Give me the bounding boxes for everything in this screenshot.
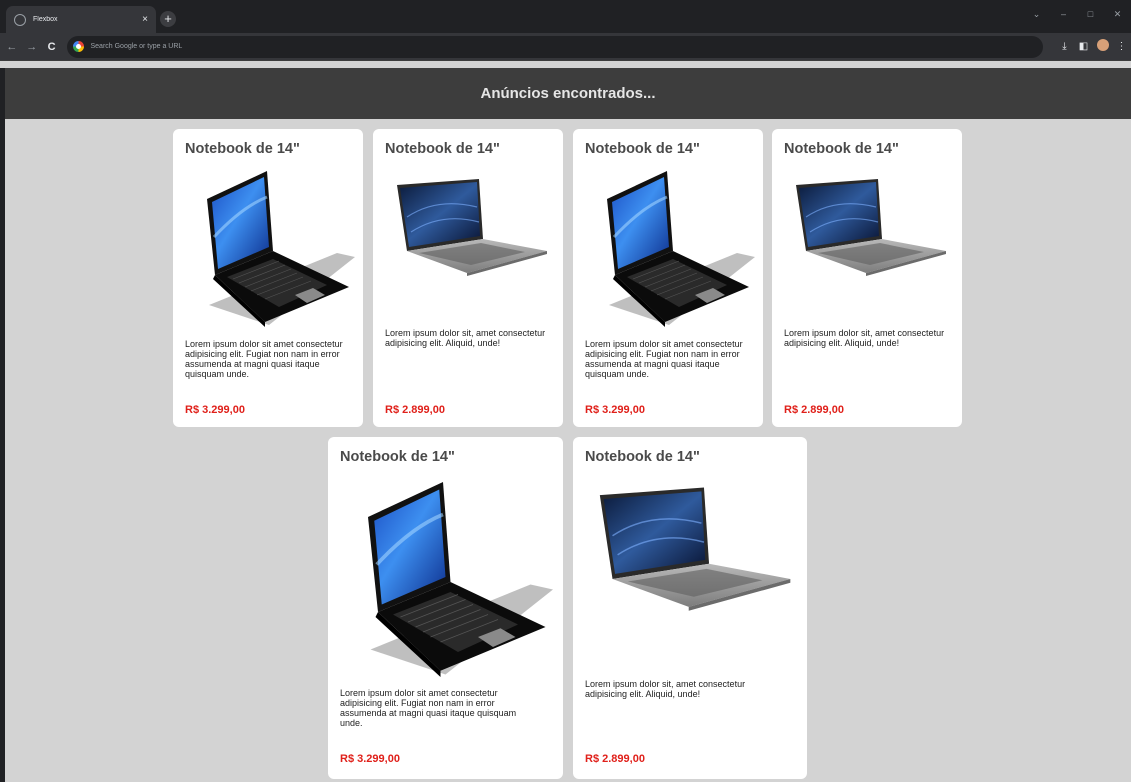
tab-title: Flexbox — [33, 16, 58, 23]
google-icon — [73, 41, 85, 52]
avatar — [1096, 39, 1109, 51]
minimize-button[interactable]: – — [1050, 0, 1077, 28]
product-card: Notebook de 14" Lorem ipsum dolor sit, a… — [373, 129, 563, 427]
product-price: R$ 3.299,00 — [585, 404, 645, 416]
product-price: R$ 2.899,00 — [585, 753, 645, 765]
product-description: Lorem ipsum dolor sit, amet consectetur … — [385, 328, 546, 348]
black-laptop-image — [205, 169, 355, 327]
address-placeholder: Search Google or type a URL — [90, 43, 183, 50]
page-header: Anúncios encontrados... — [5, 68, 1131, 119]
menu-icon[interactable]: ⋮ — [1112, 41, 1131, 52]
silver-laptop-image — [599, 486, 792, 612]
browser-tabstrip: Flexbox × + ⌄ – □ ✕ — [0, 0, 1131, 33]
tab-close-icon[interactable]: × — [142, 14, 148, 25]
reload-button[interactable]: C — [44, 41, 60, 53]
product-description: Lorem ipsum dolor sit, amet consectetur … — [585, 679, 746, 699]
product-description: Lorem ipsum dolor sit amet consectetur a… — [585, 339, 743, 379]
browser-toolbar: ← → C Search Google or type a URL ⤓ ◧ ⋮ — [0, 33, 1131, 60]
product-title: Notebook de 14" — [185, 141, 300, 157]
profile-avatar[interactable] — [1093, 39, 1112, 54]
black-laptop-image — [605, 169, 755, 327]
black-laptop-image — [366, 480, 554, 677]
new-tab-button[interactable]: + — [160, 11, 176, 27]
product-card: Notebook de 14" Lorem ipsum dolor sit, a… — [772, 129, 962, 427]
product-description: Lorem ipsum dolor sit amet consectetur a… — [340, 688, 517, 728]
forward-button[interactable]: → — [24, 41, 40, 53]
product-title: Notebook de 14" — [784, 141, 899, 157]
browser-tab[interactable]: Flexbox × — [6, 6, 156, 33]
page-top-strip — [0, 60, 1131, 68]
product-price: R$ 2.899,00 — [784, 404, 844, 416]
product-card: Notebook de 14" Lorem ipsum dolor sit, a… — [573, 437, 807, 779]
window-controls: ⌄ – □ ✕ — [1023, 0, 1131, 28]
product-price: R$ 3.299,00 — [185, 404, 245, 416]
product-description: Lorem ipsum dolor sit, amet consectetur … — [784, 328, 945, 348]
product-title: Notebook de 14" — [585, 449, 700, 465]
product-title: Notebook de 14" — [585, 141, 700, 157]
product-description: Lorem ipsum dolor sit amet consectetur a… — [185, 339, 343, 379]
product-price: R$ 3.299,00 — [340, 753, 400, 765]
product-card: Notebook de 14" Lorem ipsum dolor sit am… — [573, 129, 763, 427]
product-title: Notebook de 14" — [340, 449, 455, 465]
product-title: Notebook de 14" — [385, 141, 500, 157]
close-window-button[interactable]: ✕ — [1104, 0, 1131, 28]
back-button[interactable]: ← — [4, 41, 20, 53]
address-bar[interactable]: Search Google or type a URL — [67, 35, 1043, 58]
side-panel-icon[interactable]: ◧ — [1074, 41, 1093, 52]
tab-search-icon[interactable]: ⌄ — [1023, 0, 1050, 28]
page-viewport: Anúncios encontrados... Notebook de 14" … — [5, 68, 1131, 782]
toolbar-actions: ⤓ ◧ ⋮ — [1055, 39, 1131, 54]
product-price: R$ 2.899,00 — [385, 404, 445, 416]
page-title: Anúncios encontrados... — [480, 85, 656, 102]
globe-icon — [14, 13, 26, 26]
product-card: Notebook de 14" Lorem ipsum dolor sit am… — [328, 437, 563, 779]
product-card: Notebook de 14" Lorem ipsum dolor sit am… — [173, 129, 363, 427]
silver-laptop-image — [396, 178, 548, 277]
silver-laptop-image — [795, 178, 947, 277]
download-icon[interactable]: ⤓ — [1055, 41, 1074, 52]
maximize-button[interactable]: □ — [1077, 0, 1104, 28]
